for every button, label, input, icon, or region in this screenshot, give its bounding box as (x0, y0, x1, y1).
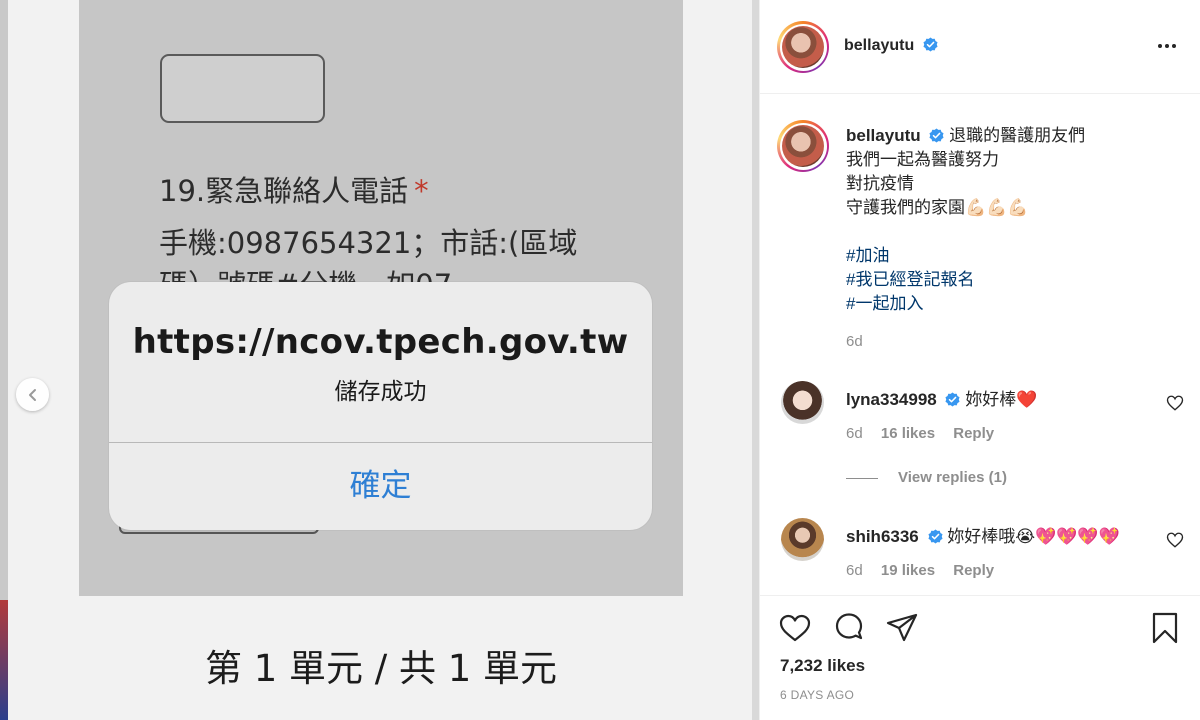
caption-author-avatar[interactable] (777, 120, 829, 172)
post-details-panel: bellayutu bellayutu 退職的醫護朋友們 我們一起為醫護努力 對… (759, 0, 1200, 720)
comment-meta: 6d 16 likes Reply (846, 425, 994, 442)
share-send-icon[interactable] (885, 611, 919, 645)
form-text-box (160, 54, 325, 123)
post-caption: bellayutu 退職的醫護朋友們 我們一起為醫護努力 對抗疫情 守護我們的家… (846, 124, 1176, 316)
chevron-left-icon (28, 388, 36, 401)
question-hint-line1: 手機:0987654321；市話:(區域 (159, 226, 578, 260)
author-avatar[interactable] (777, 21, 829, 73)
commenter-avatar[interactable] (781, 381, 824, 424)
like-heart-icon[interactable] (778, 611, 812, 645)
alert-title-url: https://ncov.tpech.gov.tw (132, 322, 629, 362)
hashtag-link[interactable]: #加油 (846, 244, 1176, 268)
author-username[interactable]: bellayutu (844, 37, 938, 55)
reply-button[interactable]: Reply (953, 562, 994, 579)
post-media: 19.緊急聯絡人電話* 手機:0987654321；市話:(區域 碼）號碼#分機… (0, 0, 759, 720)
alert-message: 儲存成功 (334, 379, 427, 405)
more-options-button[interactable] (1152, 36, 1182, 56)
like-comment-heart-icon[interactable] (1166, 531, 1184, 549)
hashtag-link[interactable]: #我已經登記報名 (846, 268, 1176, 292)
previous-slide-button[interactable] (16, 378, 49, 411)
post-header: bellayutu (760, 0, 1200, 94)
like-count[interactable]: 7,232 likes (780, 656, 865, 676)
comment-meta: 6d 19 likes Reply (846, 562, 994, 579)
hashtag-link[interactable]: #一起加入 (846, 292, 1176, 316)
required-mark: * (414, 174, 429, 208)
post-date[interactable]: 6 DAYS AGO (780, 688, 854, 702)
page-indicator: 第 1 單元 / 共 1 單元 (204, 647, 558, 690)
reply-button[interactable]: Reply (953, 425, 994, 442)
verified-badge-icon (927, 529, 943, 544)
caption-line-2: 我們一起為醫護努力 (846, 150, 999, 169)
comment-age[interactable]: 6d (846, 562, 863, 579)
caption-line-4: 守護我們的家園💪🏻💪🏻💪🏻 (846, 198, 1029, 217)
caption-line-3: 對抗疫情 (846, 174, 914, 193)
commenter-avatar[interactable] (781, 518, 824, 561)
caption-line-1: 退職的醫護朋友們 (949, 126, 1086, 145)
verified-badge-icon (923, 37, 938, 52)
comment-bubble-icon[interactable] (832, 611, 866, 645)
post-actions: 7,232 likes 6 DAYS AGO (760, 595, 1200, 720)
comment-age[interactable]: 6d (846, 425, 863, 442)
caption-age[interactable]: 6d (846, 333, 863, 350)
comment-username[interactable]: lyna334998 (846, 390, 937, 409)
verified-badge-icon (945, 392, 961, 407)
save-bookmark-icon[interactable] (1148, 611, 1182, 645)
ios-alert-dialog: https://ncov.tpech.gov.tw 儲存成功 確定 (109, 282, 652, 530)
like-comment-heart-icon[interactable] (1166, 394, 1184, 412)
comment: shih6336 妳好棒哦😭💖💖💖💖 (846, 522, 1120, 547)
alert-ok-button: 確定 (349, 468, 412, 504)
comment-username[interactable]: shih6336 (846, 527, 919, 546)
view-replies-button[interactable]: View replies (1) (846, 469, 1007, 486)
comment-body: 妳好棒哦😭💖💖💖💖 (947, 527, 1120, 546)
question-title: 19.緊急聯絡人電話 * (159, 174, 429, 208)
comment: lyna334998 妳好棒❤️ (846, 385, 1037, 410)
media-edge-right (752, 0, 759, 720)
media-edge-left (0, 0, 8, 720)
caption-username[interactable]: bellayutu (846, 126, 921, 145)
verified-badge-icon (929, 128, 944, 143)
comment-likes[interactable]: 16 likes (881, 425, 935, 442)
comment-body: 妳好棒❤️ (965, 390, 1038, 409)
comment-likes[interactable]: 19 likes (881, 562, 935, 579)
